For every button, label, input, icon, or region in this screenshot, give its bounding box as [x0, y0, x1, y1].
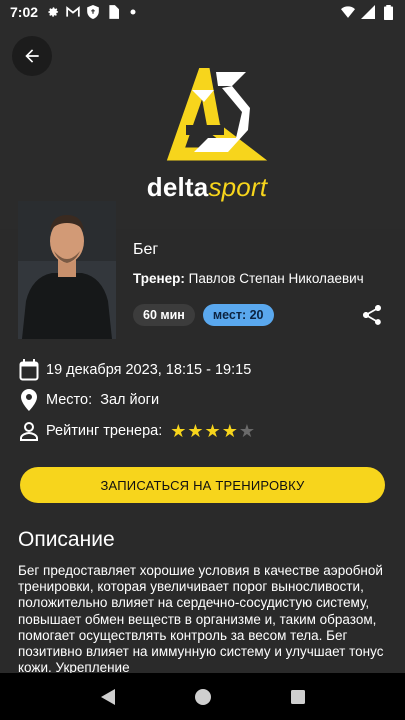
trainer-photo	[18, 201, 116, 339]
star-filled-icon: ★	[187, 421, 204, 441]
dot-icon	[126, 5, 140, 19]
share-button[interactable]	[360, 303, 384, 327]
wifi-icon	[341, 5, 355, 19]
rating-label: Рейтинг тренера:	[46, 423, 163, 439]
rating-row: Рейтинг тренера: ★ ★ ★ ★ ★	[18, 420, 255, 442]
shield-icon	[86, 5, 100, 19]
workout-card: Бег Тренер: Павлов Степан Николаевич 60 …	[0, 201, 405, 676]
star-filled-icon: ★	[221, 421, 238, 441]
star-empty-icon: ★	[238, 421, 255, 441]
place-value: Зал йоги	[100, 392, 160, 408]
star-filled-icon: ★	[170, 421, 187, 441]
system-nav-bar	[0, 673, 405, 720]
person-icon	[18, 420, 40, 442]
delta-s-emblem	[166, 48, 268, 161]
recents-square-icon[interactable]	[286, 685, 310, 709]
arrow-left-icon	[25, 49, 39, 63]
calendar-icon	[18, 359, 40, 381]
duration-chip: 60 мин	[133, 304, 195, 326]
gmail-icon	[66, 5, 80, 19]
back-triangle-icon[interactable]	[96, 685, 120, 709]
signal-icon	[361, 5, 375, 19]
deltasport-logo: deltasport	[132, 48, 282, 208]
battery-icon	[381, 4, 395, 20]
date-time: 19 декабря 2023, 18:15 - 19:15	[46, 362, 252, 378]
logo-wordmark: deltasport	[146, 172, 268, 202]
gear-icon	[46, 5, 60, 19]
back-button[interactable]	[12, 36, 52, 76]
workout-title: Бег	[133, 241, 159, 258]
sim-card-icon	[106, 5, 120, 19]
place-row: Место: Зал йоги	[18, 389, 159, 411]
coach-name: Павлов Степан Николаевич	[188, 271, 364, 286]
share-icon	[363, 305, 381, 325]
spots-chip: мест: 20	[202, 304, 274, 326]
header: deltasport	[0, 24, 405, 229]
location-pin-icon	[18, 389, 40, 411]
chips-row: 60 мин мест: 20	[133, 304, 274, 326]
status-bar: 7:02	[0, 0, 405, 24]
place-label: Место:	[46, 392, 93, 408]
date-row: 19 декабря 2023, 18:15 - 19:15	[18, 359, 251, 381]
star-filled-icon: ★	[204, 421, 221, 441]
home-circle-icon[interactable]	[191, 685, 215, 709]
status-time: 7:02	[10, 4, 39, 20]
coach-line: Тренер: Павлов Степан Николаевич	[133, 271, 364, 286]
description-title: Описание	[18, 528, 115, 551]
rating-stars: ★ ★ ★ ★ ★	[170, 422, 255, 440]
coach-label: Тренер:	[133, 271, 185, 286]
sign-up-button[interactable]: ЗАПИСАТЬСЯ НА ТРЕНИРОВКУ	[20, 467, 385, 503]
description-text: Бег предоставляет хорошие условия в каче…	[18, 563, 384, 676]
